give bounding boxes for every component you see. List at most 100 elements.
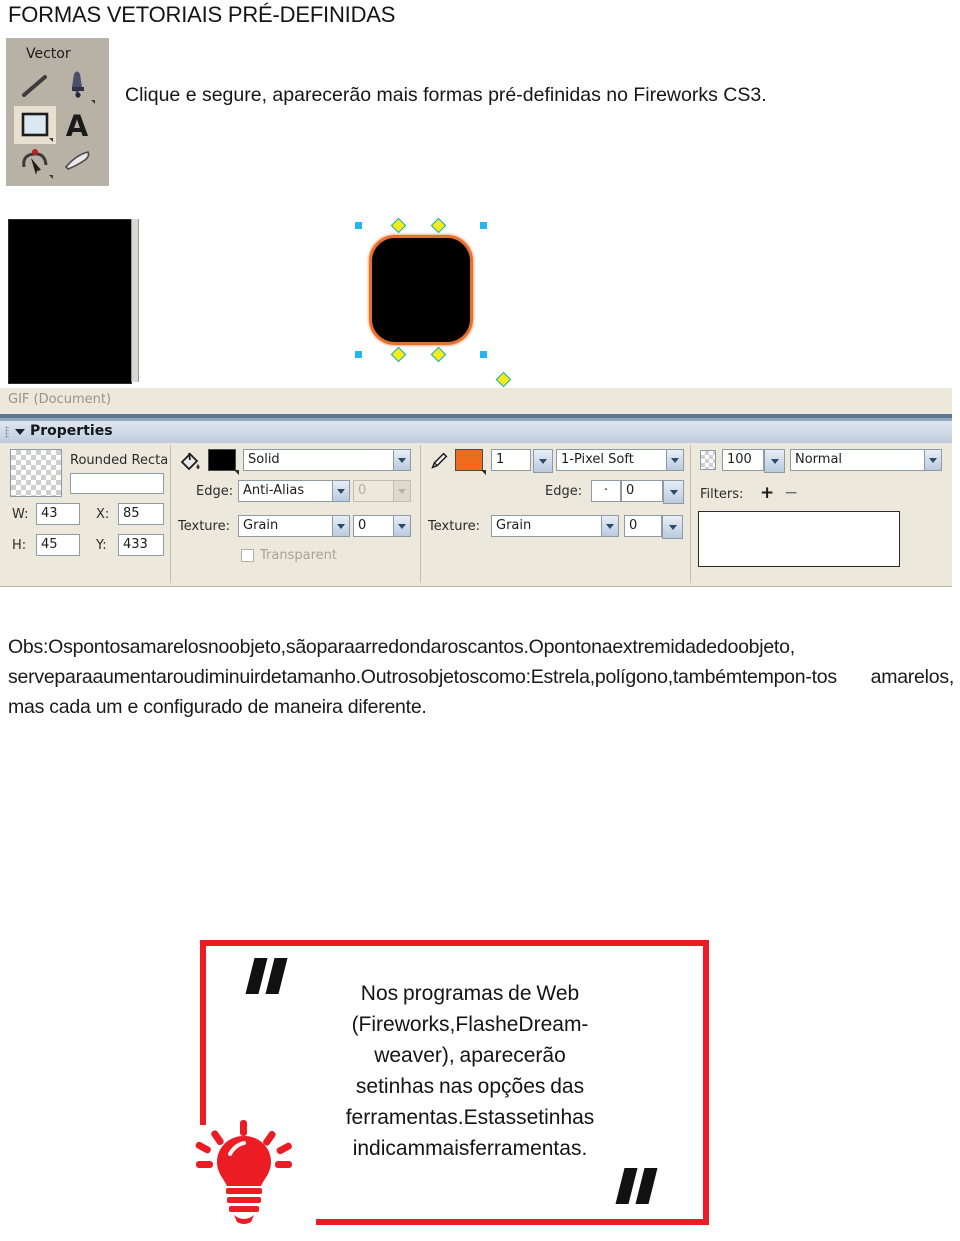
filters-list[interactable]: [698, 511, 900, 567]
stroke-texture-amount-chevron-icon[interactable]: [662, 515, 683, 539]
pen-tool[interactable]: [56, 68, 98, 106]
opacity-checker-icon: [700, 450, 716, 470]
freeform-tool[interactable]: [14, 143, 56, 181]
fill-texture-label: Texture:: [178, 519, 230, 534]
opacity-input[interactable]: 100: [722, 449, 764, 471]
stroke-type-select[interactable]: 1-Pixel Soft: [556, 449, 684, 471]
properties-panel-header[interactable]: Properties: [0, 421, 952, 444]
y-input[interactable]: 433: [118, 534, 164, 556]
rounded-rectangle-shape[interactable]: [369, 235, 473, 345]
stroke-tip-size-input[interactable]: 1: [491, 449, 531, 471]
transparent-label: Transparent: [260, 548, 337, 563]
stroke-edge-amount-input[interactable]: 0: [621, 480, 663, 502]
callout-border-left: [200, 940, 206, 1125]
collapse-triangle-icon[interactable]: [15, 429, 25, 435]
selection-handle-bottom-right[interactable]: [480, 351, 487, 358]
selection-handle-top-right[interactable]: [480, 222, 487, 229]
fill-texture-value: Grain: [243, 518, 279, 533]
fill-edge-select[interactable]: Anti-Alias: [238, 480, 350, 502]
x-label: X:: [96, 507, 110, 522]
paint-bucket-icon: [180, 452, 200, 471]
stroke-color-dropdown-arrow-icon[interactable]: [481, 470, 486, 475]
stroke-texture-chevron-icon[interactable]: [601, 516, 618, 536]
text-a-icon: A: [66, 109, 89, 143]
x-input[interactable]: 85: [118, 503, 164, 525]
fill-texture-select[interactable]: Grain: [238, 515, 350, 537]
fill-color-dropdown-arrow-icon[interactable]: [234, 470, 239, 475]
fireworks-properties-panel: GIF (Document) Properties Rounded Recta …: [0, 388, 952, 596]
text-tool[interactable]: A: [56, 106, 98, 144]
document-canvas-thumbnail: [8, 219, 132, 384]
quote-close-icon: [615, 1168, 666, 1204]
fill-type-chevron-icon[interactable]: [393, 450, 410, 470]
freeform-flyout-arrow-icon: [49, 175, 53, 179]
height-input[interactable]: 45: [36, 534, 80, 556]
stroke-color-swatch[interactable]: [455, 449, 486, 475]
fill-edge-chevron-icon[interactable]: [332, 481, 349, 501]
document-format-label: GIF (Document): [8, 392, 112, 407]
object-name-input[interactable]: [70, 473, 164, 494]
panel-grip-icon[interactable]: [5, 426, 9, 438]
svg-text:A: A: [66, 109, 89, 143]
callout-line-5: ferramentas.Estassetinhas: [345, 1106, 595, 1129]
fill-edge-amount-value: 0: [358, 483, 367, 498]
blend-mode-select[interactable]: Normal: [790, 449, 942, 471]
plus-icon[interactable]: +: [760, 485, 774, 502]
fill-texture-amount-value: 0: [358, 518, 367, 533]
rectangle-tool[interactable]: [14, 106, 56, 144]
callout-line-3: weaver), aparecerão: [374, 1044, 566, 1067]
vector-tool-palette: Vector A: [6, 38, 109, 186]
fill-type-select[interactable]: Solid: [243, 449, 411, 471]
line-icon: [22, 75, 47, 97]
intro-text: Clique e segure, aparecerão mais formas …: [125, 84, 767, 106]
callout-border-bottom: [316, 1219, 709, 1225]
stroke-texture-value: Grain: [496, 518, 532, 533]
stroke-type-value: 1-Pixel Soft: [561, 452, 634, 467]
corner-radius-handle-bottom-left[interactable]: [390, 346, 407, 363]
rectangle-flyout-arrow-icon: [49, 138, 53, 142]
opacity-chevron-icon[interactable]: [764, 449, 785, 473]
fill-edge-value: Anti-Alias: [243, 483, 305, 498]
properties-separator-3: [690, 445, 691, 583]
corner-radius-handle-bottom-right[interactable]: [430, 346, 447, 363]
blend-mode-value: Normal: [795, 452, 843, 467]
blend-mode-chevron-icon[interactable]: [924, 450, 941, 470]
selected-shape-group[interactable]: [355, 217, 512, 388]
fill-type-value: Solid: [248, 452, 280, 467]
knife-tool[interactable]: [56, 143, 98, 181]
properties-panel-body: Rounded Recta W: 43 X: 85 H: 45 Y: 433 S…: [0, 443, 952, 587]
selection-handle-bottom-left[interactable]: [355, 351, 362, 358]
fill-texture-amount-chevron-icon[interactable]: [393, 516, 410, 536]
transparent-checkbox[interactable]: [241, 549, 254, 562]
fill-edge-amount-chevron-icon: [393, 481, 410, 501]
callout-line-6: indicammaisferramentas.: [352, 1137, 588, 1160]
stroke-tip-size-chevron-icon[interactable]: [533, 449, 553, 473]
lightbulb-icon: [195, 1120, 292, 1224]
stroke-texture-select[interactable]: Grain: [491, 515, 619, 537]
page-title: FORMAS VETORIAIS PRÉ-DEFINIDAS: [8, 2, 396, 27]
vector-palette-title: Vector: [26, 46, 71, 62]
width-input[interactable]: 43: [36, 503, 80, 525]
stroke-edge-amount-chevron-icon[interactable]: [663, 480, 684, 504]
callout-text: Nos programas de Web (Fireworks,FlasheDr…: [300, 978, 640, 1164]
properties-panel-title: Properties: [30, 423, 113, 439]
minus-icon[interactable]: −: [784, 485, 798, 502]
fill-color-swatch[interactable]: [208, 449, 239, 475]
selection-handle-top-left[interactable]: [355, 222, 362, 229]
canvas-scrollbar[interactable]: [131, 219, 139, 382]
line-tool[interactable]: [14, 68, 56, 106]
stroke-type-chevron-icon[interactable]: [666, 450, 683, 470]
pencil-icon: [431, 452, 448, 469]
object-preview-swatch: [10, 449, 62, 497]
stroke-texture-amount-input[interactable]: 0: [624, 515, 662, 537]
stroke-texture-label: Texture:: [428, 519, 480, 534]
pen-flyout-arrow-icon: [91, 100, 95, 104]
fill-edge-label: Edge:: [196, 484, 234, 499]
document-statusbar: GIF (Document): [0, 388, 952, 414]
fill-texture-amount-input[interactable]: 0: [353, 515, 411, 537]
obs-paragraph-tight: Obs:Ospontosamarelosnoobjeto,sãoparaarre…: [8, 636, 871, 688]
stroke-edge-preview: ·: [591, 480, 621, 502]
fill-texture-chevron-icon[interactable]: [332, 516, 349, 536]
filters-label: Filters:: [700, 487, 744, 502]
obs-paragraph: Obs:Ospontosamarelosnoobjeto,sãoparaarre…: [8, 632, 954, 722]
